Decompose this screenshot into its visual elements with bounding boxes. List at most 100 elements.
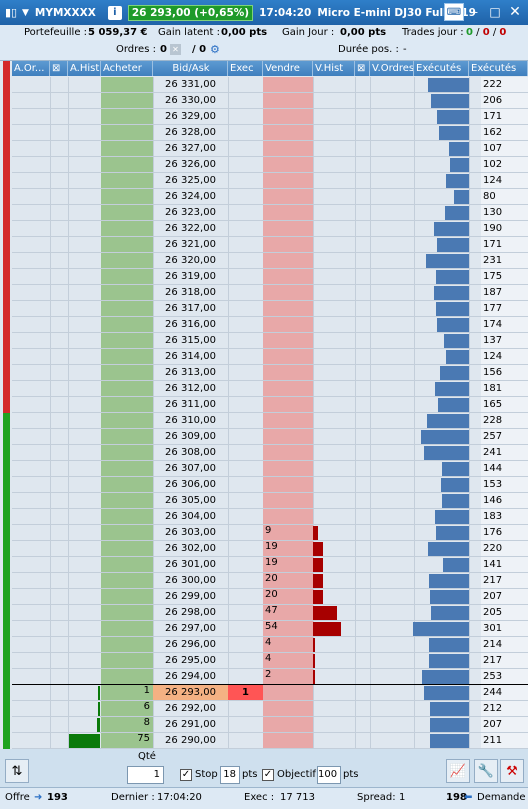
gear-icon[interactable]: ⚙ <box>210 43 220 56</box>
ladder-row[interactable]: 26 329,00 171 <box>12 109 528 125</box>
price-cell[interactable]: 26 324,00 <box>153 189 228 204</box>
buy-cell[interactable] <box>101 413 153 428</box>
price-cell[interactable]: 26 300,00 <box>153 573 228 588</box>
price-cell[interactable]: 26 320,00 <box>153 253 228 268</box>
price-cell[interactable]: 26 306,00 <box>153 477 228 492</box>
price-cell[interactable]: 26 309,00 <box>153 429 228 444</box>
buy-cell[interactable] <box>101 125 153 140</box>
sell-cell[interactable] <box>263 253 313 268</box>
buy-cell[interactable] <box>101 141 153 156</box>
buy-cell[interactable] <box>101 205 153 220</box>
price-cell[interactable]: 26 328,00 <box>153 125 228 140</box>
buy-cell[interactable] <box>101 637 153 652</box>
minimize-icon[interactable]: – <box>466 3 484 21</box>
sell-cell[interactable] <box>263 189 313 204</box>
buy-cell[interactable] <box>101 77 153 92</box>
buy-cell[interactable] <box>101 285 153 300</box>
ladder-row[interactable]: 2 26 294,00 253 <box>12 669 528 685</box>
ladder-row[interactable]: 1 26 293,00 1 244 <box>12 685 528 701</box>
ladder-row[interactable]: 4 26 296,00 214 <box>12 637 528 653</box>
sell-cell[interactable] <box>263 93 313 108</box>
buy-cell[interactable] <box>101 493 153 508</box>
price-cell[interactable]: 26 294,00 <box>153 669 228 684</box>
price-cell[interactable]: 26 295,00 <box>153 653 228 668</box>
buy-cell[interactable]: 75 <box>101 733 153 748</box>
ladder-row[interactable]: 26 315,00 137 <box>12 333 528 349</box>
buy-cell[interactable] <box>101 653 153 668</box>
ladder-row[interactable]: 20 26 300,00 217 <box>12 573 528 589</box>
price-cell[interactable]: 26 329,00 <box>153 109 228 124</box>
ladder-row[interactable]: 26 326,00 102 <box>12 157 528 173</box>
sell-cell[interactable] <box>263 285 313 300</box>
buy-cell[interactable] <box>101 381 153 396</box>
price-cell[interactable]: 26 312,00 <box>153 381 228 396</box>
ladder-row[interactable]: 9 26 303,00 176 <box>12 525 528 541</box>
ladder-row[interactable]: 26 306,00 153 <box>12 477 528 493</box>
price-cell[interactable]: 26 313,00 <box>153 365 228 380</box>
buy-cell[interactable] <box>101 365 153 380</box>
ladder-row[interactable]: 26 312,00 181 <box>12 381 528 397</box>
ladder-row[interactable]: 26 327,00 107 <box>12 141 528 157</box>
header-v-ordres[interactable]: V.Ordres <box>370 61 414 76</box>
objectif-input[interactable]: 100 <box>317 766 341 784</box>
buy-cell[interactable] <box>101 461 153 476</box>
price-cell[interactable]: 26 323,00 <box>153 205 228 220</box>
ladder-row[interactable]: 26 317,00 177 <box>12 301 528 317</box>
buy-cell[interactable] <box>101 301 153 316</box>
sell-cell[interactable] <box>263 221 313 236</box>
sell-cell[interactable]: 19 <box>263 557 313 572</box>
buy-cell[interactable] <box>101 589 153 604</box>
sell-cell[interactable]: 54 <box>263 621 313 636</box>
buy-cell[interactable] <box>101 173 153 188</box>
price-cell[interactable]: 26 327,00 <box>153 141 228 156</box>
ladder-row[interactable]: 26 309,00 257 <box>12 429 528 445</box>
tools-icon[interactable]: ⚒ <box>500 759 524 783</box>
price-cell[interactable]: 26 290,00 <box>153 733 228 748</box>
header-a-hist[interactable]: A.Hist <box>68 61 101 76</box>
ladder-row[interactable]: 19 26 301,00 141 <box>12 557 528 573</box>
sell-cell[interactable] <box>263 205 313 220</box>
price-cell[interactable]: 26 330,00 <box>153 93 228 108</box>
buy-cell[interactable] <box>101 317 153 332</box>
sell-cell[interactable] <box>263 317 313 332</box>
price-cell[interactable]: 26 302,00 <box>153 541 228 556</box>
header-vendre[interactable]: Vendre <box>263 61 313 76</box>
ladder-row[interactable]: 8 26 291,00 207 <box>12 717 528 733</box>
price-cell[interactable]: 26 310,00 <box>153 413 228 428</box>
buy-cell[interactable] <box>101 541 153 556</box>
ladder-row[interactable]: 26 322,00 190 <box>12 221 528 237</box>
buy-cell[interactable]: 1 <box>101 685 153 700</box>
buy-cell[interactable] <box>101 525 153 540</box>
price-cell[interactable]: 26 318,00 <box>153 285 228 300</box>
ladder-row[interactable]: 26 316,00 174 <box>12 317 528 333</box>
header-a-cancel-icon[interactable]: ⊠ <box>50 61 68 76</box>
sell-cell[interactable]: 20 <box>263 589 313 604</box>
price-cell[interactable]: 26 321,00 <box>153 237 228 252</box>
sell-cell[interactable] <box>263 509 313 524</box>
sell-cell[interactable] <box>263 141 313 156</box>
sell-cell[interactable]: 20 <box>263 573 313 588</box>
price-cell[interactable]: 26 305,00 <box>153 493 228 508</box>
buy-cell[interactable] <box>101 621 153 636</box>
price-cell[interactable]: 26 292,00 <box>153 701 228 716</box>
sell-cell[interactable] <box>263 365 313 380</box>
price-cell[interactable]: 26 293,00 <box>153 685 228 700</box>
price-cell[interactable]: 26 316,00 <box>153 317 228 332</box>
price-cell[interactable]: 26 308,00 <box>153 445 228 460</box>
symbol-label[interactable]: MYMXXXX <box>35 7 96 19</box>
ladder-row[interactable]: 26 310,00 228 <box>12 413 528 429</box>
sell-cell[interactable]: 47 <box>263 605 313 620</box>
stop-input[interactable]: 18 <box>220 766 240 784</box>
ladder-row[interactable]: 20 26 299,00 207 <box>12 589 528 605</box>
sell-cell[interactable]: 4 <box>263 653 313 668</box>
ladder-row[interactable]: 26 321,00 171 <box>12 237 528 253</box>
price-cell[interactable]: 26 314,00 <box>153 349 228 364</box>
sell-cell[interactable] <box>263 717 313 732</box>
close-icon[interactable]: ✕ <box>506 3 524 21</box>
ladder-row[interactable]: 26 323,00 130 <box>12 205 528 221</box>
buy-cell[interactable] <box>101 109 153 124</box>
buy-cell[interactable] <box>101 669 153 684</box>
ladder-row[interactable]: 26 304,00 183 <box>12 509 528 525</box>
ladder-row[interactable]: 26 325,00 124 <box>12 173 528 189</box>
price-cell[interactable]: 26 319,00 <box>153 269 228 284</box>
